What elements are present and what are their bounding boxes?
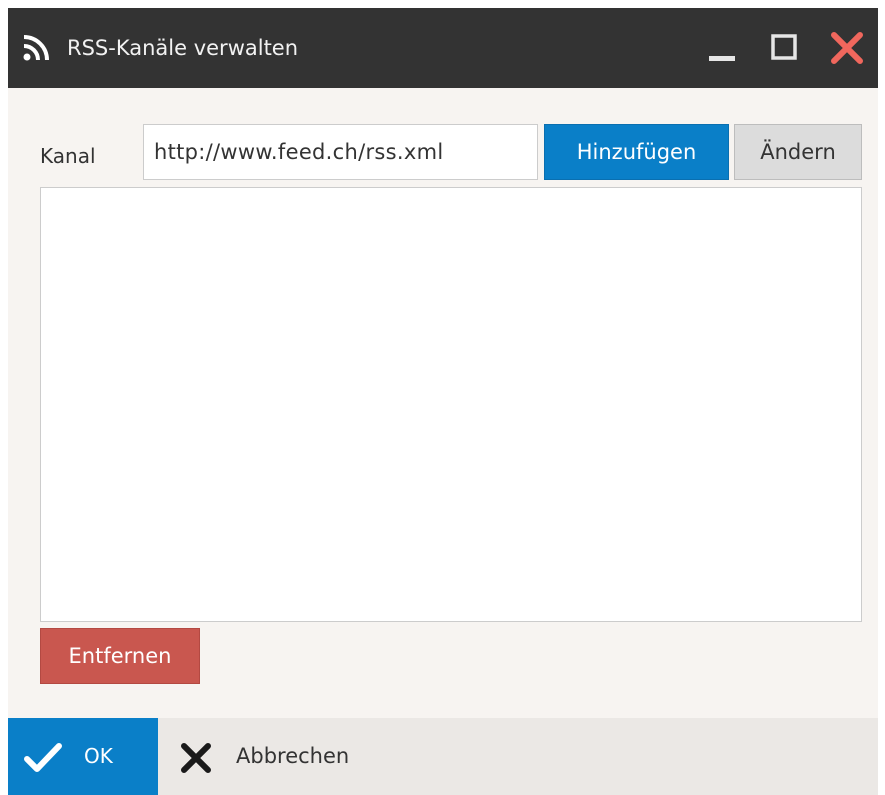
- cancel-button[interactable]: Abbrechen: [158, 718, 388, 795]
- remove-button[interactable]: Entfernen: [40, 628, 200, 684]
- checkmark-icon: [24, 743, 62, 772]
- minimize-icon[interactable]: [705, 30, 741, 66]
- window-title: RSS-Kanäle verwalten: [67, 36, 299, 60]
- channel-label: Kanal: [40, 144, 96, 168]
- maximize-icon[interactable]: [767, 30, 803, 66]
- channel-list[interactable]: [40, 187, 862, 622]
- ok-button[interactable]: OK: [8, 718, 158, 795]
- rss-manage-dialog: RSS-Kanäle verwalten Kanal Hinzufügen Än…: [8, 8, 878, 795]
- dialog-footer: OK Abbrechen: [8, 718, 878, 795]
- add-button[interactable]: Hinzufügen: [544, 124, 729, 180]
- channel-url-input[interactable]: [143, 124, 538, 180]
- cancel-label: Abbrechen: [236, 744, 350, 768]
- ok-label: OK: [84, 744, 113, 768]
- change-button[interactable]: Ändern: [734, 124, 862, 180]
- rss-icon: [23, 35, 49, 61]
- close-icon[interactable]: [829, 30, 865, 66]
- title-bar[interactable]: RSS-Kanäle verwalten: [8, 8, 878, 88]
- x-icon: [181, 743, 211, 773]
